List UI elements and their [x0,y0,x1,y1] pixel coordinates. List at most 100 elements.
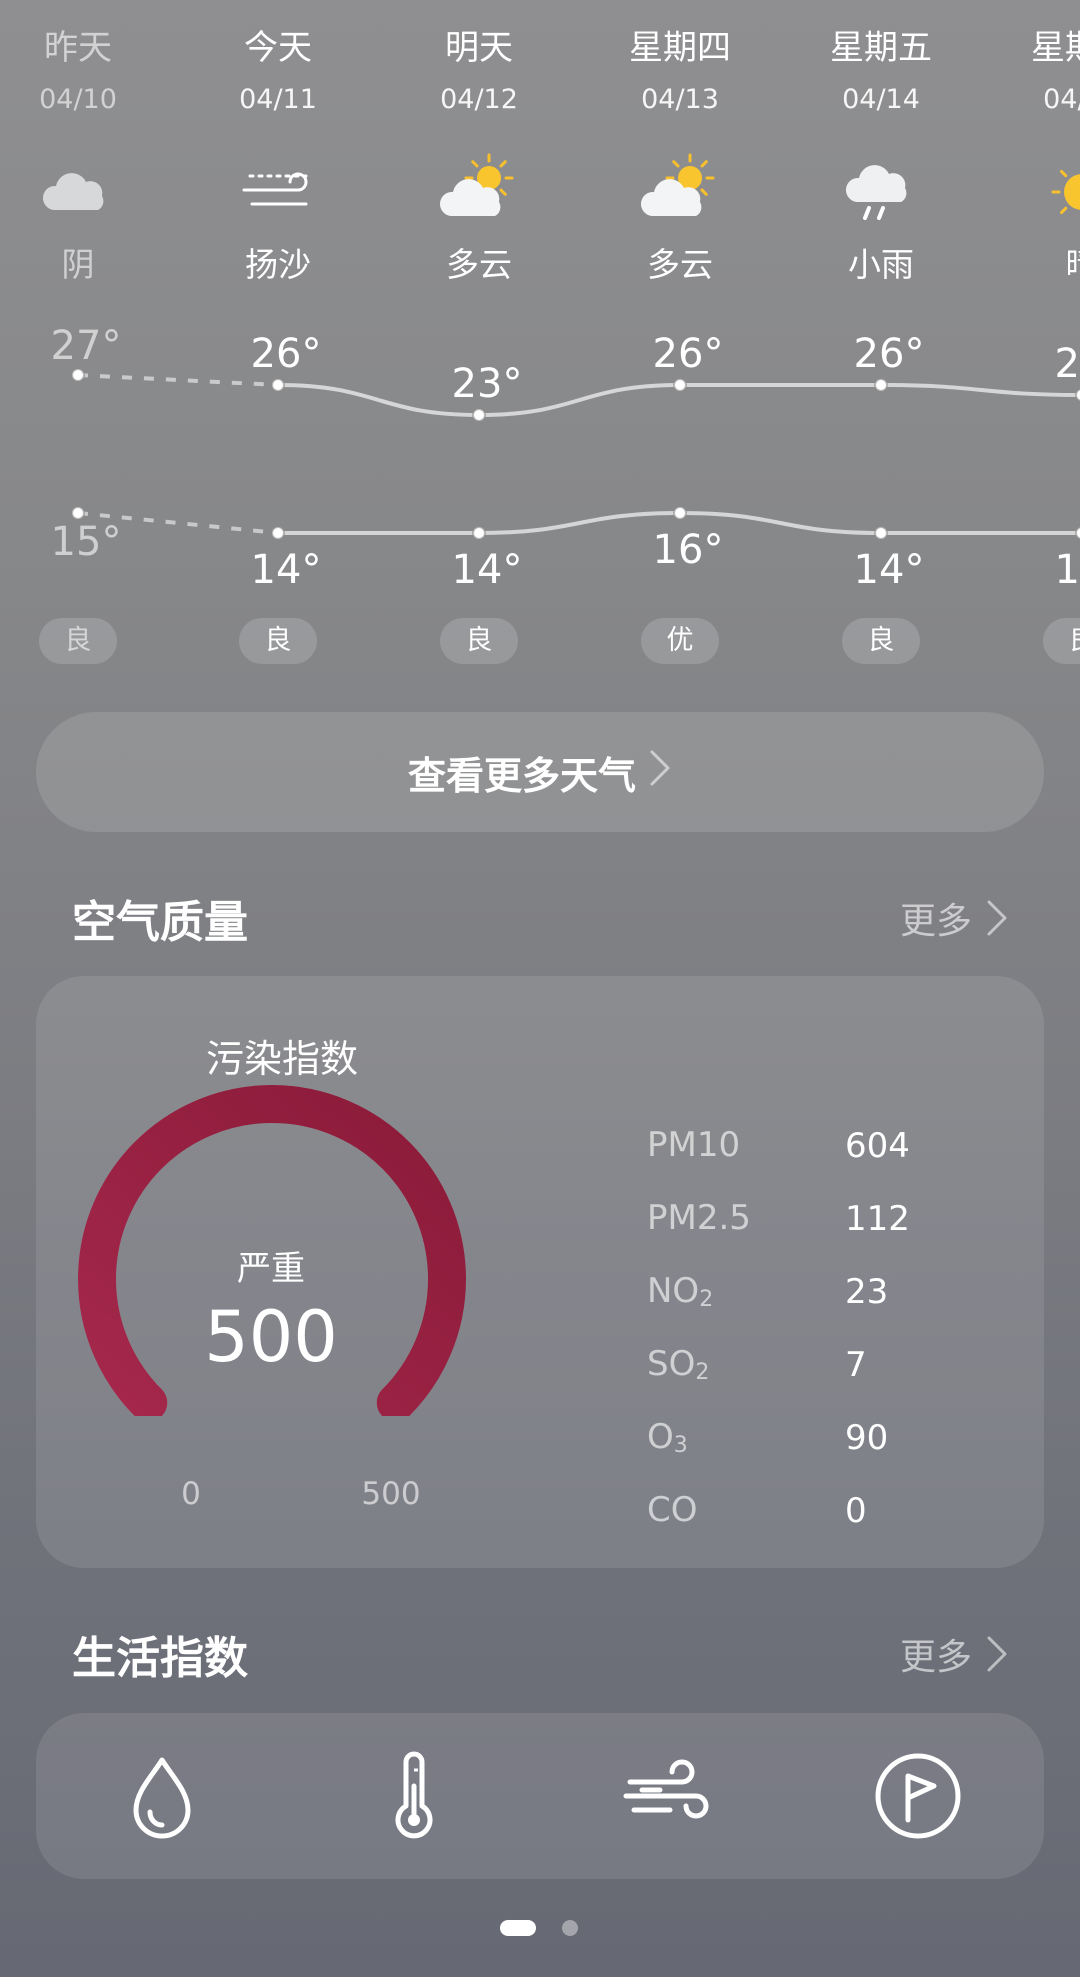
pollutant-value: 0 [845,1490,867,1531]
more-weather-label: 查看更多天气 [407,753,636,798]
page-dot-active[interactable] [500,1920,536,1936]
pollutant-row: PM10 604 [647,1109,1007,1182]
pollutant-value: 23 [845,1271,889,1312]
aqi-badge: 良 [440,618,518,664]
high-temp-line-point [71,368,85,382]
low-temp-label: 14° [452,547,523,593]
pollutant-name: SO2 [647,1344,710,1385]
low-temp-line-point [71,506,85,520]
pollutant-value: 90 [845,1417,889,1458]
day-name: 星期五 [830,28,932,68]
day-condition: 多云 [647,245,713,284]
high-temp-label: 26° [653,331,724,377]
day-date: 04/14 [842,84,920,115]
partly-cloudy-icon [437,150,521,234]
day-date: 04/15 [1043,84,1080,115]
thermometer-icon[interactable] [364,1746,464,1846]
pollutant-name: NO2 [647,1271,714,1312]
day-name: 星期四 [629,28,731,68]
air-quality-card[interactable]: 污染指数 严重 500 0 500 PM10 604 PM2.5 112 NO2… [36,976,1044,1568]
life-index-more-link[interactable]: 更多 [900,1628,1008,1680]
low-temp-label: 14° [1055,547,1080,593]
chevron-right-icon [987,900,1007,936]
page-indicator[interactable] [0,1918,1080,1938]
pollutant-row: O3 90 [647,1401,1007,1474]
pollutant-row: NO2 23 [647,1255,1007,1328]
forecast-strip[interactable]: 昨天 04/10 阴良 今天 04/11 扬沙良 明天 04/12 多云良 星期四 04/13 多云优… [0,0,1080,680]
day-name: 昨天 [44,28,112,68]
low-temp-label: 16° [653,527,724,573]
pollutant-name: CO [647,1490,698,1530]
high-temp-line-point [472,408,486,422]
more-weather-button[interactable]: 查看更多天气 [36,712,1044,832]
aqi-badge: 优 [641,618,719,664]
low-temp-line-point [673,506,687,520]
pollutant-value: 112 [845,1198,910,1239]
high-temp-line-point [271,378,285,392]
pollutant-name: O3 [647,1417,688,1458]
high-temp-label: 25° [1055,341,1080,387]
chevron-right-icon [987,1636,1007,1672]
aqi-level: 严重 [237,1249,305,1289]
pollutant-list: PM10 604 PM2.5 112 NO2 23 SO2 7 O3 90 CO… [647,1109,1007,1547]
partly-cloudy-icon [638,150,722,234]
pollutant-value: 604 [845,1125,910,1166]
sunny-icon [1040,150,1080,234]
day-date: 04/13 [641,84,719,115]
high-temp-label: 23° [452,361,523,407]
life-index-card[interactable] [36,1713,1044,1879]
aqi-badge: 良 [1043,618,1080,664]
low-temp-label: 14° [854,547,925,593]
day-name: 今天 [244,28,312,68]
day-name: 星期六 [1031,28,1080,68]
pollutant-row: SO2 7 [647,1328,1007,1401]
light-rain-icon [839,150,923,234]
wind-icon[interactable] [616,1746,716,1846]
high-temp-line-point [1075,388,1080,402]
flag-icon[interactable] [868,1746,968,1846]
pollutant-row: PM2.5 112 [647,1182,1007,1255]
chevron-right-icon [648,748,672,797]
page-dot[interactable] [562,1920,578,1936]
day-condition: 扬沙 [245,245,311,284]
low-temp-label: 15° [51,519,122,565]
high-temp-label: 26° [854,331,925,377]
day-condition: 多云 [446,245,512,284]
day-name: 明天 [445,28,513,68]
low-temp-label: 14° [251,547,322,593]
gauge-min-label: 0 [181,1476,201,1512]
high-temp-line-point [874,378,888,392]
aqi-badge: 良 [239,618,317,664]
high-temp-label: 27° [51,323,122,369]
air-quality-more-label: 更多 [899,901,972,942]
day-date: 04/11 [239,84,317,115]
pollutant-value: 7 [845,1344,867,1385]
day-date: 04/10 [39,84,117,115]
aqi-badge: 良 [842,618,920,664]
aqi-badge: 良 [39,618,117,664]
gauge-max-label: 500 [361,1476,421,1512]
day-condition: 阴 [61,245,95,284]
aqi-value: 500 [204,1296,338,1378]
sandstorm-icon [236,150,320,234]
low-temp-line-point [1075,526,1080,540]
cloudy-icon [36,150,120,234]
low-temp-line-point [874,526,888,540]
day-date: 04/12 [440,84,518,115]
life-index-title: 生活指数 [72,1633,248,1684]
life-index-header: 生活指数 更多 [72,1624,1008,1684]
high-temp-line-point [673,378,687,392]
low-temp-line-point [271,526,285,540]
day-condition: 晴 [1002,238,1080,286]
air-quality-title: 空气质量 [72,897,248,948]
high-temp-label: 26° [251,331,322,377]
humidity-drop-icon[interactable] [112,1746,212,1846]
temperature-chart: 27° 15° 26° 14° 23° 14° 26° 16° 26° 14° 25° 14° [51,323,1080,593]
pollutant-row: CO 0 [647,1474,1007,1547]
pollutant-name: PM2.5 [647,1198,751,1238]
air-quality-header: 空气质量 更多 [72,888,1008,948]
high-temp-line-past-segment [77,373,279,387]
low-temp-line-point [472,526,486,540]
day-condition: 小雨 [848,245,914,284]
air-quality-more-link[interactable]: 更多 [900,892,1008,944]
